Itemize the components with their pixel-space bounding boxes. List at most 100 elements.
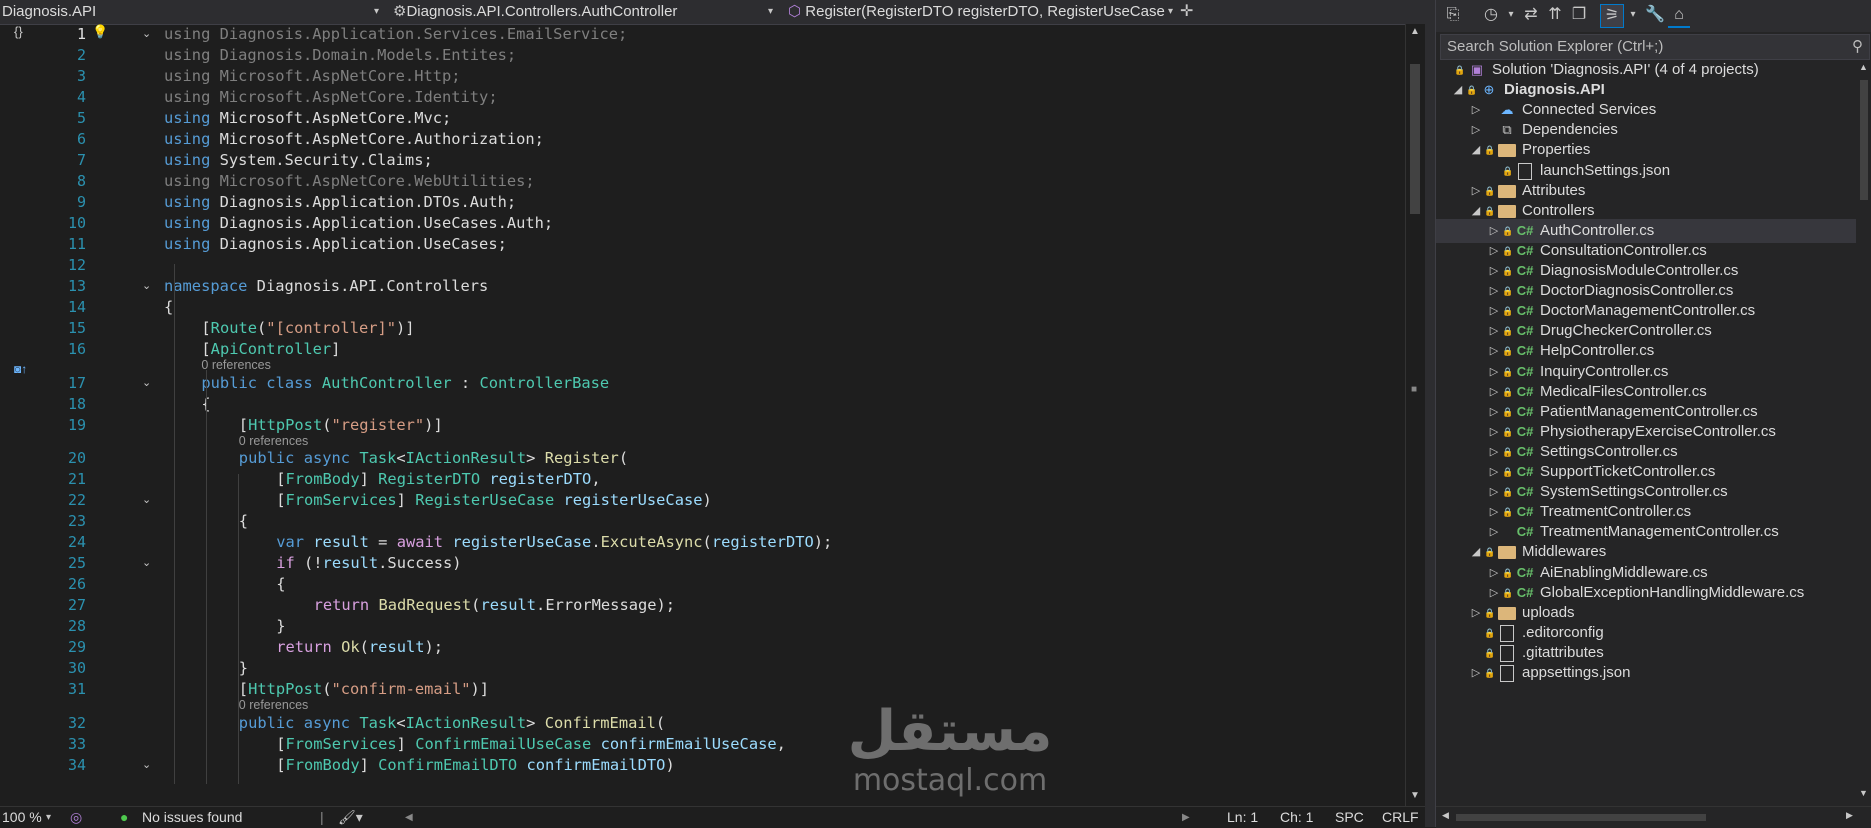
- code-token: async: [303, 713, 351, 732]
- code-line[interactable]: return Ok(result);: [276, 637, 443, 658]
- lightbulb-icon[interactable]: 💡: [92, 24, 108, 40]
- scroll-up-icon[interactable]: ▲: [1859, 62, 1868, 72]
- code-token: result: [322, 554, 379, 572]
- code-token: using: [164, 25, 211, 43]
- member-dropdown[interactable]: ⬡ Register(RegisterDTO registerDTO, Regi…: [788, 0, 1168, 24]
- code-line[interactable]: [FromBody] RegisterDTO registerDTO,: [276, 469, 600, 490]
- code-line[interactable]: return BadRequest(result.ErrorMessage);: [314, 595, 675, 616]
- code-line[interactable]: [FromServices] ConfirmEmailUseCase confi…: [276, 734, 786, 755]
- code-line[interactable]: namespace Diagnosis.API.Controllers: [164, 276, 488, 297]
- code-line[interactable]: public async Task<IActionResult> Registe…: [239, 448, 628, 469]
- code-line[interactable]: [FromServices] RegisterUseCase registerU…: [276, 490, 712, 511]
- properties-wrench-icon[interactable]: 🔧: [1644, 4, 1666, 26]
- code-area[interactable]: using Diagnosis.Application.Services.Ema…: [164, 24, 1404, 806]
- code-line[interactable]: {: [276, 574, 285, 595]
- whitespace-indicator[interactable]: SPC: [1335, 807, 1364, 828]
- chevron-down-icon[interactable]: ▾: [1500, 4, 1522, 26]
- code-token: ApiController: [210, 340, 332, 358]
- scroll-up-icon[interactable]: ▲: [1410, 26, 1420, 37]
- scroll-down-icon[interactable]: ▼: [1410, 790, 1420, 801]
- code-line[interactable]: public async Task<IActionResult> Confirm…: [239, 713, 665, 734]
- code-token: ]: [359, 470, 379, 488]
- tree-horizontal-scrollbar[interactable]: ◀ ▶: [1436, 806, 1871, 828]
- zoom-level[interactable]: 100 %: [2, 807, 42, 828]
- code-line[interactable]: using Diagnosis.Application.Services.Ema…: [164, 24, 627, 45]
- code-line[interactable]: using Microsoft.AspNetCore.Mvc;: [164, 108, 451, 129]
- code-editor[interactable]: Diagnosis.API ▾ ⚙Diagnosis.API.Controlle…: [0, 0, 1426, 828]
- fold-toggle-icon[interactable]: ⌄: [142, 276, 154, 297]
- scroll-right-icon[interactable]: ▶: [1182, 807, 1190, 828]
- code-line[interactable]: [FromBody] ConfirmEmailDTO confirmEmailD…: [276, 755, 675, 776]
- code-token: public: [238, 449, 295, 467]
- code-line[interactable]: using System.Security.Claims;: [164, 150, 433, 171]
- fold-toggle-icon[interactable]: ⌄: [142, 490, 154, 511]
- code-line[interactable]: using Microsoft.AspNetCore.Identity;: [164, 87, 498, 108]
- line-indicator[interactable]: Ln: 1: [1227, 807, 1258, 828]
- cleanup-brush-icon[interactable]: 🖌▾: [338, 807, 363, 828]
- chevron-down-icon[interactable]: ▾: [46, 807, 51, 828]
- fold-toggle-icon[interactable]: ⌄: [142, 373, 154, 394]
- preview-icon[interactable]: ⌂: [1668, 4, 1690, 28]
- fold-toggle-icon[interactable]: ⌄: [142, 553, 154, 574]
- code-token: Task: [359, 713, 397, 732]
- code-line[interactable]: using Microsoft.AspNetCore.WebUtilities;: [164, 171, 535, 192]
- code-line[interactable]: public class AuthController : Controller…: [201, 373, 609, 394]
- code-token: Diagnosis.Application.DTOs.Auth;: [210, 193, 517, 211]
- code-line[interactable]: using Microsoft.AspNetCore.Http;: [164, 66, 461, 87]
- code-line[interactable]: using Diagnosis.Domain.Models.Entites;: [164, 45, 516, 66]
- switch-views-icon[interactable]: ⎘: [1442, 4, 1464, 26]
- pending-changes-icon[interactable]: ◷: [1480, 4, 1502, 26]
- codelens-references[interactable]: 0 references: [239, 697, 308, 713]
- chevron-down-icon[interactable]: ▾: [768, 0, 773, 24]
- code-token: ]: [396, 491, 416, 509]
- chevron-down-icon[interactable]: ▾: [374, 0, 379, 24]
- scroll-left-icon[interactable]: ◀: [405, 807, 413, 828]
- chevron-down-icon[interactable]: ▾: [1168, 0, 1173, 24]
- code-line[interactable]: using Microsoft.AspNetCore.Authorization…: [164, 129, 544, 150]
- fold-toggle-icon[interactable]: ⌄: [142, 24, 154, 45]
- issues-status[interactable]: No issues found: [142, 807, 242, 828]
- project-dropdown[interactable]: Diagnosis.API: [2, 0, 372, 24]
- editor-vertical-scrollbar[interactable]: ▲ ■ ▼: [1405, 24, 1426, 806]
- collapsed-arrow-icon[interactable]: ▷: [1470, 661, 1482, 685]
- codelens-references[interactable]: 0 references: [201, 357, 270, 373]
- scrollbar-thumb[interactable]: [1860, 80, 1868, 200]
- code-line[interactable]: using Diagnosis.Application.UseCases.Aut…: [164, 213, 553, 234]
- class-dropdown[interactable]: ⚙Diagnosis.API.Controllers.AuthControlle…: [393, 0, 763, 24]
- collapse-all-icon[interactable]: ⇈: [1544, 4, 1566, 26]
- indent-guide: [174, 264, 175, 784]
- solution-search-input[interactable]: Search Solution Explorer (Ctrl+;) ⚲: [1440, 34, 1870, 60]
- divider: |: [320, 809, 324, 825]
- chevron-down-icon[interactable]: ▾: [1622, 4, 1644, 26]
- line-ending-indicator[interactable]: CRLF: [1382, 807, 1419, 828]
- code-token: (: [257, 319, 267, 337]
- code-line[interactable]: using Diagnosis.Application.DTOs.Auth;: [164, 192, 516, 213]
- code-line[interactable]: if (!result.Success): [276, 553, 461, 574]
- scroll-left-icon[interactable]: ◀: [1442, 810, 1449, 821]
- tree-item[interactable]: ▷ 🔒 appsettings.json: [1436, 661, 1856, 685]
- scroll-right-icon[interactable]: ▶: [1846, 810, 1853, 821]
- method-icon: ⬡: [788, 3, 806, 20]
- code-line[interactable]: }: [276, 616, 285, 637]
- scroll-down-icon[interactable]: ▼: [1859, 788, 1868, 798]
- code-line[interactable]: var result = await registerUseCase.Excut…: [276, 532, 832, 553]
- code-line[interactable]: {: [164, 297, 173, 318]
- fold-toggle-icon[interactable]: ⌄: [142, 755, 154, 776]
- pane-splitter[interactable]: [1425, 0, 1435, 827]
- copilot-icon[interactable]: ◎: [70, 807, 82, 828]
- scrollbar-thumb[interactable]: [1456, 814, 1706, 821]
- code-line[interactable]: [Route("[controller]")]: [201, 318, 414, 339]
- codelens-references[interactable]: 0 references: [239, 433, 308, 449]
- show-all-files-icon[interactable]: ❐: [1568, 4, 1590, 26]
- split-editor-icon[interactable]: ✛: [1180, 0, 1193, 24]
- code-line[interactable]: {: [239, 511, 248, 532]
- column-indicator[interactable]: Ch: 1: [1280, 807, 1313, 828]
- scrollbar-thumb[interactable]: [1410, 64, 1420, 214]
- code-line[interactable]: }: [239, 658, 248, 679]
- implementation-icon[interactable]: ◙↑: [14, 362, 27, 376]
- code-line[interactable]: using Diagnosis.Application.UseCases;: [164, 234, 507, 255]
- code-token: .Success): [378, 554, 462, 572]
- sync-icon[interactable]: ⇄: [1520, 4, 1542, 26]
- filter-icon[interactable]: ⚞: [1600, 4, 1624, 28]
- tree-vertical-scrollbar[interactable]: ▲ ▼: [1856, 60, 1871, 806]
